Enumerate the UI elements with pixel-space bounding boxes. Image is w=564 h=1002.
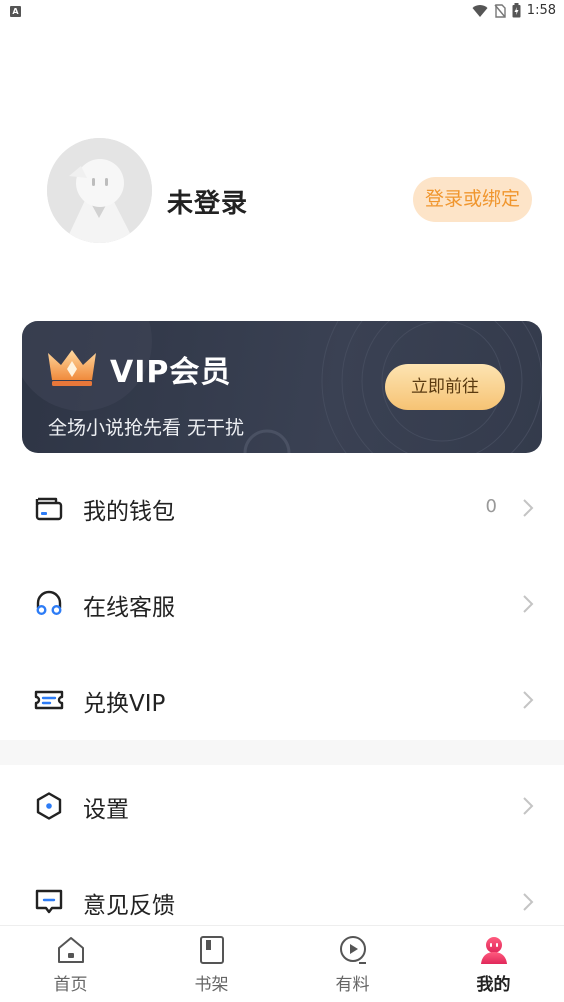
bottom-nav: 首页 书架 有料 我的	[0, 925, 564, 1002]
nav-home[interactable]: 首页	[0, 926, 141, 1002]
profile-icon	[480, 937, 507, 964]
home-icon	[57, 937, 84, 963]
vip-card[interactable]: VIP会员 全场小说抢先看 无干扰 立即前往	[22, 321, 542, 453]
nav-label: 我的	[476, 975, 511, 995]
bookshelf-icon	[199, 936, 224, 964]
menu-label: 在线客服	[83, 595, 175, 621]
nav-label: 书架	[194, 975, 229, 995]
notification-icon: A	[10, 6, 21, 17]
ticket-icon	[34, 690, 64, 710]
vip-title: VIP会员	[110, 355, 232, 390]
avatar[interactable]	[47, 138, 152, 243]
status-icons: 1:58	[472, 3, 556, 18]
status-bar: A 1:58	[0, 0, 564, 24]
menu-item-redeem-vip[interactable]: 兑换VIP	[0, 652, 564, 748]
feedback-icon	[35, 889, 63, 914]
menu-item-settings[interactable]: 设置	[0, 758, 564, 854]
menu-label: 我的钱包	[83, 499, 175, 525]
menu-item-customer-service[interactable]: 在线客服	[0, 556, 564, 652]
vip-subtitle: 全场小说抢先看 无干扰	[48, 417, 245, 439]
chevron-right-icon	[523, 691, 534, 709]
menu-item-wallet[interactable]: 我的钱包 0	[0, 460, 564, 556]
wallet-balance: 0	[485, 496, 497, 517]
login-or-bind-button[interactable]: 登录或绑定	[413, 177, 532, 222]
nav-profile[interactable]: 我的	[423, 926, 564, 1002]
username: 未登录	[167, 189, 249, 219]
menu-label: 设置	[83, 797, 129, 823]
status-time: 1:58	[526, 3, 556, 18]
nav-label: 有料	[335, 975, 370, 995]
no-sim-icon	[494, 3, 506, 18]
chevron-right-icon	[523, 499, 534, 517]
settings-icon	[36, 792, 62, 820]
wifi-icon	[472, 4, 488, 17]
chevron-right-icon	[523, 893, 534, 911]
chevron-right-icon	[523, 595, 534, 613]
nav-label: 首页	[53, 975, 88, 995]
vip-go-button[interactable]: 立即前往	[385, 364, 505, 410]
crown-icon	[48, 350, 96, 386]
battery-icon	[512, 3, 521, 18]
play-icon	[339, 936, 366, 964]
nav-bookshelf[interactable]: 书架	[141, 926, 282, 1002]
chevron-right-icon	[523, 797, 534, 815]
wallet-icon	[35, 497, 63, 521]
menu-label: 意见反馈	[83, 893, 175, 919]
default-avatar-icon	[47, 138, 152, 243]
menu-label: 兑换VIP	[83, 691, 166, 717]
nav-feed[interactable]: 有料	[282, 926, 423, 1002]
headset-icon	[36, 590, 62, 616]
